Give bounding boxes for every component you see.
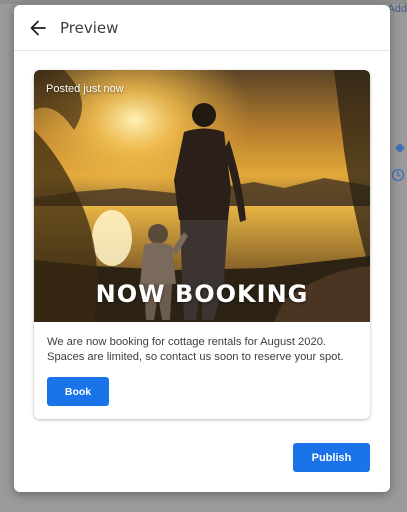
clock-icon: [391, 168, 405, 182]
post-preview-card: Posted just now NOW BOOKING We are now b…: [34, 70, 370, 419]
background-shape-icon: [395, 143, 405, 153]
image-overlay-headline: NOW BOOKING: [95, 280, 309, 308]
dialog-header: Preview: [14, 5, 390, 51]
posted-timestamp: Posted just now: [46, 83, 124, 95]
post-image: Posted just now NOW BOOKING: [34, 70, 370, 322]
background-add-link: Add: [387, 3, 407, 15]
preview-dialog: Preview Posted just now NOW BOOKING We a…: [14, 5, 390, 492]
publish-button[interactable]: Publish: [293, 443, 370, 472]
background-toolbar: [0, 0, 407, 4]
back-button[interactable]: [28, 18, 48, 38]
arrow-left-icon: [30, 20, 46, 35]
dialog-title: Preview: [60, 18, 119, 37]
post-body-text: We are now booking for cottage rentals f…: [47, 336, 344, 363]
book-button[interactable]: Book: [47, 377, 109, 406]
